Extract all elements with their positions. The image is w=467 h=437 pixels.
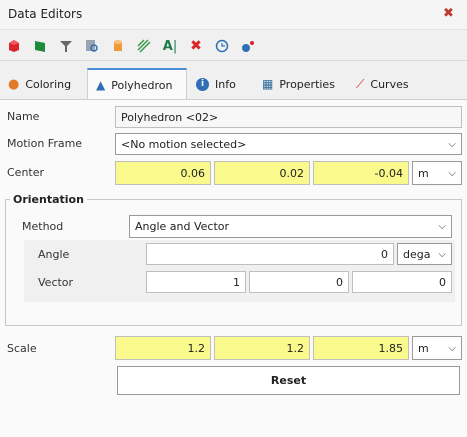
tab-info[interactable]: i Info	[188, 68, 248, 100]
reset-button[interactable]: Reset	[117, 366, 460, 395]
scale-y-field[interactable]: 1.2	[214, 336, 310, 360]
center-unit-value: m	[418, 166, 429, 180]
motion-frame-label: Motion Frame	[7, 137, 83, 150]
angle-unit-select[interactable]: dega ⌵	[397, 243, 452, 265]
center-label: Center	[7, 166, 45, 179]
scale-unit-select[interactable]: m ⌵	[412, 336, 462, 360]
close-icon[interactable]: ✖	[443, 6, 454, 21]
center-z-field[interactable]: -0.04	[313, 161, 409, 185]
sparkle-icon[interactable]	[240, 38, 256, 54]
angle-unit-value: dega	[403, 247, 431, 261]
scale-label: Scale	[7, 342, 37, 355]
scale-unit-value: m	[418, 341, 429, 355]
tab-properties[interactable]: ▦ Properties	[254, 68, 344, 100]
angle-field[interactable]: 0	[146, 243, 394, 265]
scale-z-field[interactable]: 1.85	[313, 336, 409, 360]
green-flag-icon[interactable]	[32, 38, 48, 54]
vector-z-field[interactable]: 0	[352, 271, 452, 293]
center-x-field[interactable]: 0.06	[115, 161, 211, 185]
palette-icon: ●	[8, 76, 20, 92]
method-select[interactable]: Angle and Vector ⌵	[129, 215, 452, 238]
angle-label: Angle	[38, 248, 70, 261]
center-unit-select[interactable]: m ⌵	[412, 161, 462, 185]
tab-bar: ● Coloring ▲ Polyhedron i Info ▦ Propert…	[0, 62, 467, 100]
info-icon: i	[196, 77, 209, 91]
chevron-down-icon: ⌵	[438, 221, 446, 232]
search-doc-icon[interactable]	[84, 38, 100, 54]
vector-x-field[interactable]: 1	[146, 271, 246, 293]
text-a-icon[interactable]: A |	[162, 38, 178, 54]
name-label: Name	[7, 110, 40, 123]
chevron-down-icon: ⌵	[438, 248, 446, 260]
chevron-down-icon: ⌵	[448, 138, 456, 150]
properties-icon: ▦	[262, 77, 274, 91]
scale-x-field[interactable]: 1.2	[115, 336, 211, 360]
curves-icon: ⟋	[356, 76, 365, 91]
cone-icon: ▲	[96, 78, 106, 92]
window-title: Data Editors	[8, 7, 83, 21]
motion-frame-select[interactable]: <No motion selected> ⌵	[115, 133, 462, 155]
orientation-title: Orientation	[10, 193, 87, 206]
name-field[interactable]: Polyhedron <02>	[115, 106, 462, 128]
motion-frame-value: <No motion selected>	[121, 137, 247, 151]
toolbar: A | ✖	[0, 31, 467, 61]
red-cube-icon[interactable]	[6, 38, 22, 54]
center-y-field[interactable]: 0.02	[214, 161, 310, 185]
funnel-icon[interactable]	[58, 38, 74, 54]
tab-polyhedron[interactable]: ▲ Polyhedron	[87, 68, 187, 100]
delete-x-icon[interactable]: ✖	[188, 38, 204, 54]
chevron-down-icon: ⌵	[448, 167, 456, 179]
cylinder-icon[interactable]	[110, 38, 126, 54]
vector-y-field[interactable]: 0	[249, 271, 349, 293]
tab-coloring[interactable]: ● Coloring	[0, 68, 86, 100]
title-bar: Data Editors ✖	[0, 0, 467, 30]
chevron-down-icon: ⌵	[448, 342, 456, 354]
method-value: Angle and Vector	[135, 220, 230, 233]
clock-icon[interactable]	[214, 38, 230, 54]
method-label: Method	[22, 220, 64, 233]
hatch-icon[interactable]	[136, 38, 152, 54]
tab-curves[interactable]: ⟋ Curves	[348, 68, 428, 100]
vector-label: Vector	[38, 276, 74, 289]
